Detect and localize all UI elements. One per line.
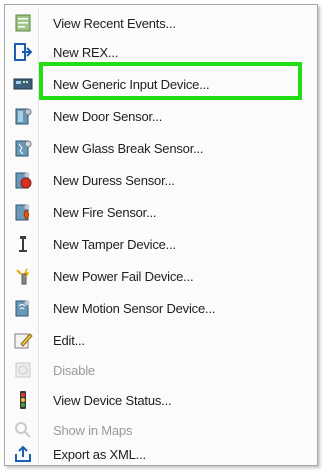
- menu-item-label: New Door Sensor...: [53, 108, 163, 124]
- duress-sensor-icon: [11, 168, 35, 192]
- menu-item-label: New REX...: [53, 44, 119, 60]
- menu-item-label: New Glass Break Sensor...: [53, 140, 204, 156]
- menu-item-edit[interactable]: Edit...: [7, 326, 315, 354]
- disable-icon: [11, 358, 35, 382]
- rex-icon: [11, 40, 35, 64]
- menu-item-label: Disable: [53, 362, 95, 378]
- glass-break-sensor-icon: [11, 136, 35, 160]
- menu-item-label: New Motion Sensor Device...: [53, 300, 216, 316]
- menu-item-view-recent-events[interactable]: View Recent Events...: [7, 9, 315, 37]
- menu-item-label: View Device Status...: [53, 392, 172, 408]
- door-sensor-icon: [11, 104, 35, 128]
- menu-item-label: New Fire Sensor...: [53, 204, 157, 220]
- menu-item-export-as-xml[interactable]: Export as XML...: [7, 445, 315, 463]
- menu-item-disable: Disable: [7, 356, 315, 384]
- menu-item-label: View Recent Events...: [53, 15, 176, 31]
- menu-item-label: Edit...: [53, 332, 85, 348]
- menu-item-new-power-fail-device[interactable]: New Power Fail Device...: [7, 262, 315, 290]
- menu-item-view-device-status[interactable]: View Device Status...: [7, 386, 315, 414]
- fire-sensor-icon: [11, 200, 35, 224]
- menu-item-new-duress-sensor[interactable]: New Duress Sensor...: [7, 166, 315, 194]
- motion-sensor-icon: [11, 296, 35, 320]
- context-menu: View Recent Events... New REX... New Gen…: [4, 4, 318, 466]
- recent-events-icon: [11, 11, 35, 35]
- menu-item-new-rex[interactable]: New REX...: [7, 38, 315, 66]
- menu-item-new-motion-sensor-device[interactable]: New Motion Sensor Device...: [7, 294, 315, 322]
- menu-item-label: New Tamper Device...: [53, 236, 176, 252]
- tamper-device-icon: [11, 232, 35, 256]
- menu-item-label: New Generic Input Device...: [53, 76, 210, 92]
- power-fail-icon: [11, 264, 35, 288]
- menu-item-new-tamper-device[interactable]: New Tamper Device...: [7, 230, 315, 258]
- menu-item-show-in-maps: Show in Maps: [7, 416, 315, 444]
- menu-item-label: New Power Fail Device...: [53, 268, 194, 284]
- menu-item-new-glass-break-sensor[interactable]: New Glass Break Sensor...: [7, 134, 315, 162]
- generic-input-icon: [11, 72, 35, 96]
- device-status-icon: [11, 388, 35, 412]
- menu-item-new-door-sensor[interactable]: New Door Sensor...: [7, 102, 315, 130]
- export-xml-icon: [11, 442, 35, 466]
- maps-icon: [11, 418, 35, 442]
- menu-item-label: Export as XML...: [53, 446, 146, 462]
- menu-item-new-fire-sensor[interactable]: New Fire Sensor...: [7, 198, 315, 226]
- menu-item-label: Show in Maps: [53, 422, 133, 438]
- menu-item-new-generic-input-device[interactable]: New Generic Input Device...: [7, 70, 315, 98]
- edit-icon: [11, 328, 35, 352]
- menu-item-label: New Duress Sensor...: [53, 172, 175, 188]
